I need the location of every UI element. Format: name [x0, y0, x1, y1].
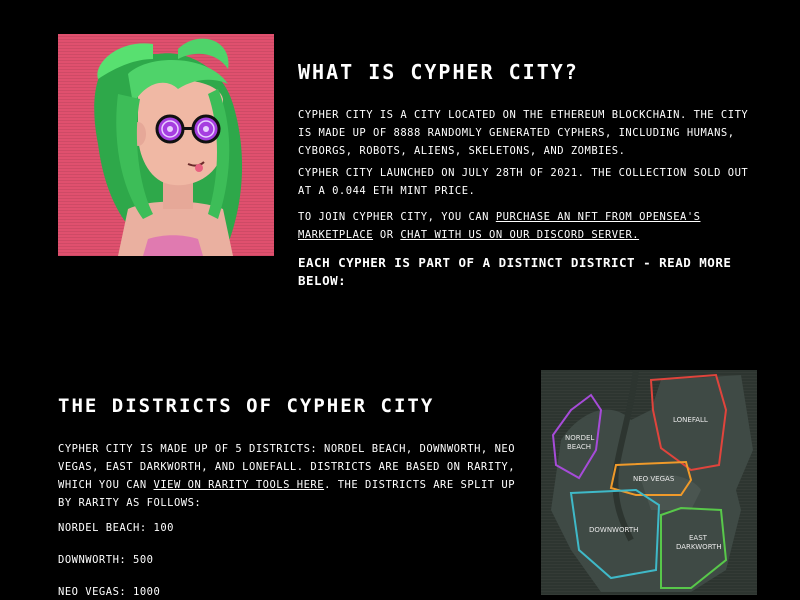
districts-callout: Each Cypher is part of a distinct distri…: [298, 255, 732, 288]
map-label-east: EAST: [689, 534, 708, 542]
map-label-beach: BEACH: [567, 443, 591, 451]
rarity-tools-link[interactable]: view on Rarity Tools here: [154, 479, 325, 491]
districts-paragraph: Cypher City is made up of 5 districts: N…: [58, 440, 518, 512]
discord-link[interactable]: chat with us on our Discord server.: [400, 229, 639, 241]
map-label-darkworth: DARKWORTH: [676, 543, 722, 551]
map-label-nordel: NORDEL: [565, 434, 594, 442]
rarity-item-nordel-beach: Nordel Beach: 100: [58, 522, 174, 534]
map-label-downworth: DOWNWORTH: [589, 526, 638, 534]
section-title-districts: The Districts of Cypher City: [58, 395, 435, 417]
about-paragraph-join: To join Cypher City, you can purchase an…: [298, 208, 768, 244]
rarity-item-downworth: Downworth: 500: [58, 554, 154, 566]
join-text-middle: or: [373, 229, 401, 241]
section-title-about: What is Cypher City?: [298, 60, 579, 84]
about-paragraph-launch: Cypher City launched on July 28th of 202…: [298, 167, 749, 197]
rarity-item-neo-vegas: Neo Vegas: 1000: [58, 586, 161, 598]
districts-map: NORDEL BEACH LONEFALL NEO VEGAS DOWNWORT…: [541, 370, 757, 595]
map-label-lonefall: LONEFALL: [673, 416, 708, 424]
join-text-before: To join Cypher City, you can: [298, 211, 496, 223]
cypher-character-art: [58, 34, 274, 256]
map-label-neo-vegas: NEO VEGAS: [633, 475, 675, 483]
about-paragraph-intro: Cypher City is a city located on the Eth…: [298, 109, 749, 157]
